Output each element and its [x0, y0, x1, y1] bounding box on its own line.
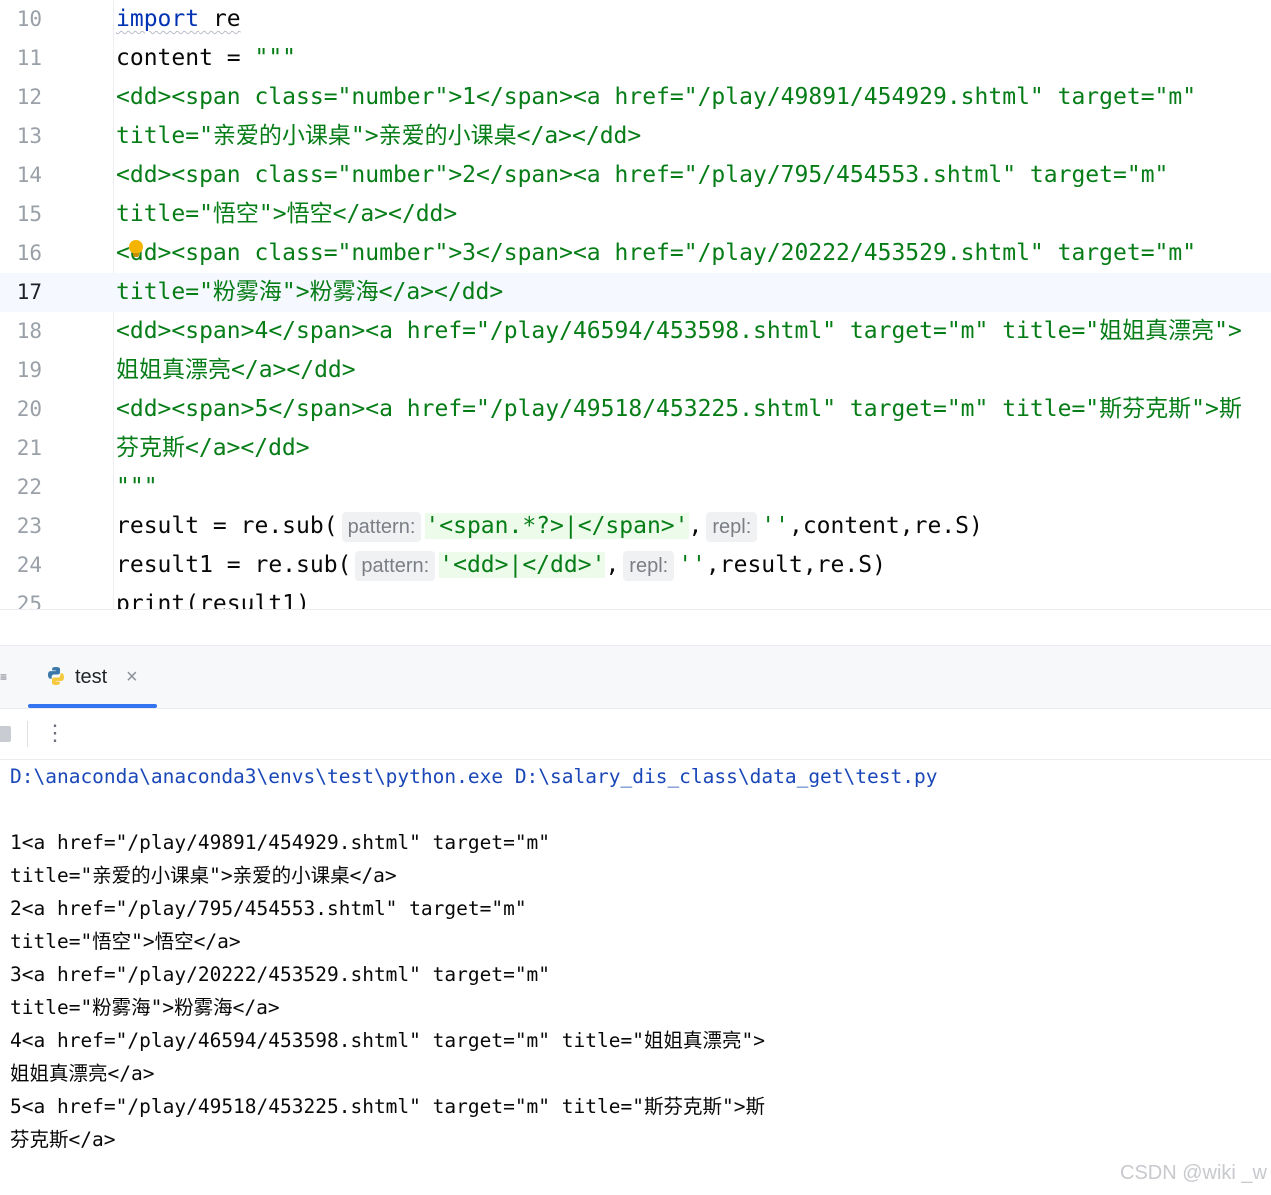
code-line[interactable]: 22 """ — [0, 468, 1271, 507]
line-number: 16 — [16, 241, 42, 265]
quote: ' — [591, 552, 606, 578]
code-text[interactable]: <dd><span class="number">3</span><a href… — [116, 234, 1196, 273]
line-number: 18 — [16, 319, 42, 343]
console-command: D:\anaconda\anaconda3\envs\test\python.e… — [10, 765, 938, 788]
code-text[interactable]: import re — [116, 0, 241, 39]
watermark: CSDN @wiki _w — [1120, 1162, 1267, 1184]
string-literal: '' — [761, 513, 789, 539]
code-editor[interactable]: 10 import re 11 content = """ 12 <dd><sp… — [0, 0, 1271, 609]
code-text[interactable]: <dd><span>5</span><a href="/play/49518/4… — [116, 390, 1242, 429]
parameter-hint-repl: repl: — [623, 550, 675, 581]
code-text[interactable]: print(result1) — [116, 585, 310, 609]
code-line[interactable]: 14 <dd><span class="number">2</span><a h… — [0, 156, 1271, 195]
run-tool-window: ≡ test × ⋮ D:\anaconda\anaconda3\envs\te… — [0, 645, 1271, 1195]
quote: ' — [439, 552, 454, 578]
active-tab-indicator — [28, 704, 157, 708]
console-line: 3<a href="/play/20222/453529.shtml" targ… — [10, 963, 551, 986]
run-tab-test[interactable]: test × — [28, 646, 157, 708]
close-icon[interactable]: × — [126, 646, 138, 708]
code-line[interactable]: 19 姐姐真漂亮</a></dd> — [0, 351, 1271, 390]
code-line[interactable]: 15 title="悟空">悟空</a></dd> — [0, 195, 1271, 234]
code-line[interactable]: 16 <dd><span class="number">3</span><a h… — [0, 234, 1271, 273]
console-line: title="亲爱的小课桌">亲爱的小课桌</a> — [10, 864, 397, 887]
console-line: 2<a href="/play/795/454553.shtml" target… — [10, 897, 527, 920]
code-text[interactable]: 姐姐真漂亮</a></dd> — [116, 351, 356, 390]
code-line[interactable]: 23 result = re.sub(pattern: '<span.*?>|</… — [0, 507, 1271, 546]
line-number: 21 — [16, 436, 42, 460]
parameter-hint-pattern: pattern: — [341, 511, 422, 542]
quote: ' — [425, 513, 440, 539]
line-number: 23 — [16, 514, 42, 538]
editor-divider — [0, 609, 1271, 610]
parameter-hint-repl: repl: — [706, 511, 758, 542]
line-number: 25 — [16, 592, 42, 609]
console-line: 姐姐真漂亮</a> — [10, 1062, 155, 1085]
code-fragment: ,result,re.S) — [705, 552, 886, 578]
code-line[interactable]: 24 result1 = re.sub(pattern: '<dd>|</dd>'… — [0, 546, 1271, 585]
tab-label: test — [75, 666, 108, 688]
code-text[interactable]: <dd><span class="number">1</span><a href… — [116, 78, 1196, 117]
line-number: 24 — [16, 553, 42, 577]
line-number: 11 — [16, 46, 42, 70]
code-text[interactable]: """ — [116, 468, 158, 507]
code-line[interactable]: 12 <dd><span class="number">1</span><a h… — [0, 78, 1271, 117]
code-text[interactable]: title="悟空">悟空</a></dd> — [116, 195, 457, 234]
regex-text: <span.*?>|</span> — [439, 513, 675, 539]
code-line[interactable]: 18 <dd><span>4</span><a href="/play/4659… — [0, 312, 1271, 351]
parameter-hint-pattern: pattern: — [355, 550, 436, 581]
code-fragment: ,content,re.S) — [788, 513, 983, 539]
code-line[interactable]: 10 import re — [0, 0, 1271, 39]
regex-literal: '<dd>|</dd>' — [439, 552, 606, 578]
python-icon — [48, 667, 64, 685]
console-line: title="粉雾海">粉雾海</a> — [10, 996, 280, 1019]
code-text[interactable]: result = re.sub(pattern: '<span.*?>|</spa… — [116, 507, 983, 546]
code-text[interactable]: content = """ — [116, 39, 296, 78]
regex-literal: '<span.*?>|</span>' — [425, 513, 689, 539]
line-number: 10 — [16, 7, 42, 31]
comma: , — [688, 513, 703, 539]
code-text[interactable]: <dd><span>4</span><a href="/play/46594/4… — [116, 312, 1242, 351]
code-text[interactable]: title="粉雾海">粉雾海</a></dd> — [116, 273, 503, 312]
toolbar-separator — [27, 721, 28, 747]
intention-bulb-icon[interactable] — [129, 240, 143, 257]
line-number: 17 — [16, 280, 42, 304]
code-text[interactable]: <dd><span class="number">2</span><a href… — [116, 156, 1168, 195]
code-line[interactable]: 21 芬克斯</a></dd> — [0, 429, 1271, 468]
console-line: 芬克斯</a> — [10, 1128, 116, 1151]
code-line[interactable]: 25 print(result1) — [0, 585, 1271, 609]
stop-icon[interactable] — [0, 726, 11, 742]
console-line: 4<a href="/play/46594/453598.shtml" targ… — [10, 1029, 765, 1052]
import-keyword: import — [116, 6, 200, 32]
string-literal: '' — [678, 552, 706, 578]
code-text[interactable]: title="亲爱的小课桌">亲爱的小课桌</a></dd> — [116, 117, 641, 156]
quote: ' — [674, 513, 689, 539]
code-line[interactable]: 20 <dd><span>5</span><a href="/play/4951… — [0, 390, 1271, 429]
code-fragment: result = re.sub( — [116, 513, 338, 539]
line-number: 15 — [16, 202, 42, 226]
line-number: 20 — [16, 397, 42, 421]
line-number: 12 — [16, 85, 42, 109]
line-number: 19 — [16, 358, 42, 382]
code-line[interactable]: 11 content = """ — [0, 39, 1271, 78]
code-fragment: result1 = re.sub( — [116, 552, 352, 578]
comma: , — [605, 552, 620, 578]
console-line: 1<a href="/play/49891/454929.shtml" targ… — [10, 831, 551, 854]
code-line-current[interactable]: 17 title="粉雾海">粉雾海</a></dd> — [0, 273, 1271, 312]
run-toolbar: ⋮ — [0, 709, 1271, 760]
regex-text: <dd>|</dd> — [453, 552, 592, 578]
console-line: title="悟空">悟空</a> — [10, 930, 241, 953]
line-number: 14 — [16, 163, 42, 187]
more-options-icon[interactable]: ⋮ — [44, 719, 66, 749]
console-output[interactable]: D:\anaconda\anaconda3\envs\test\python.e… — [0, 760, 1271, 1195]
code-line[interactable]: 13 title="亲爱的小课桌">亲爱的小课桌</a></dd> — [0, 117, 1271, 156]
tab-list-icon[interactable]: ≡ — [0, 670, 7, 684]
code-text[interactable]: result1 = re.sub(pattern: '<dd>|</dd>', re… — [116, 546, 886, 585]
line-number: 22 — [16, 475, 42, 499]
run-tab-bar: ≡ test × — [0, 646, 1271, 709]
console-line: 5<a href="/play/49518/453225.shtml" targ… — [10, 1095, 765, 1118]
code-text[interactable]: 芬克斯</a></dd> — [116, 429, 310, 468]
line-number: 13 — [16, 124, 42, 148]
